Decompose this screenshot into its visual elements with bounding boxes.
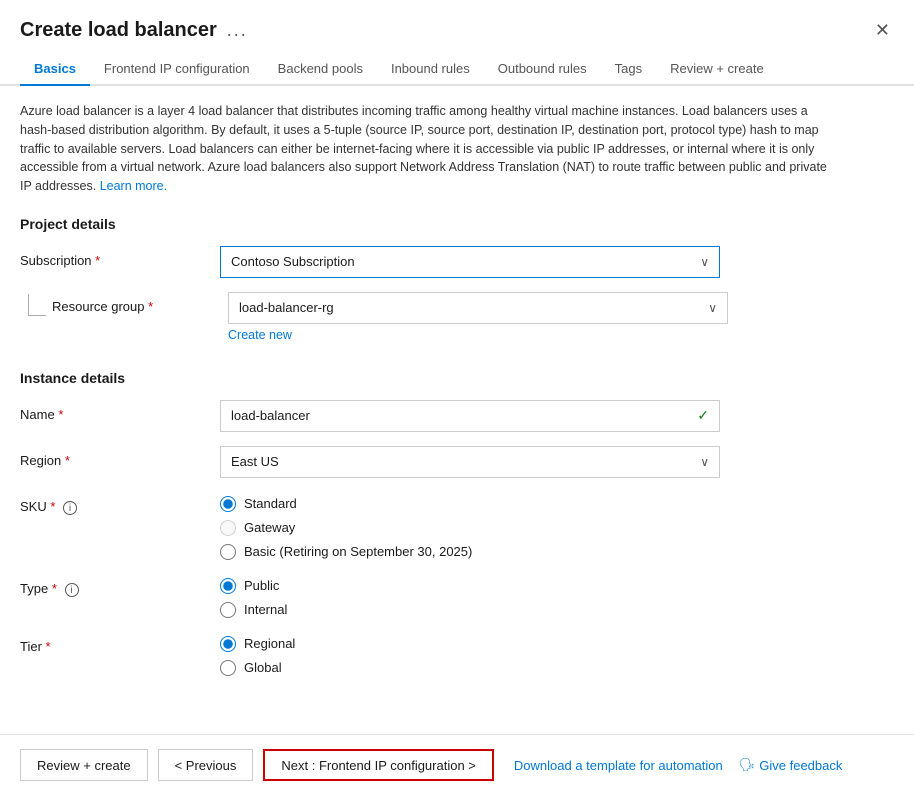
give-feedback-link[interactable]: 🗣 Give feedback — [739, 757, 843, 773]
create-load-balancer-dialog: Create load balancer ... ✕ Basics Fronte… — [0, 0, 914, 795]
sku-control: Standard Gateway Basic (Retiring on Sept… — [220, 492, 720, 560]
type-public-radio[interactable] — [220, 578, 236, 594]
tier-global-option[interactable]: Global — [220, 660, 720, 676]
create-new-link[interactable]: Create new — [228, 328, 292, 342]
resource-group-label: Resource group * — [46, 292, 153, 314]
dialog-header: Create load balancer ... ✕ — [0, 0, 914, 53]
tab-frontend-ip[interactable]: Frontend IP configuration — [90, 53, 264, 86]
description-text: Azure load balancer is a layer 4 load ba… — [20, 102, 840, 196]
region-select[interactable]: East US ∨ — [220, 446, 720, 478]
subscription-label: Subscription * — [20, 246, 220, 268]
sku-row: SKU * i Standard Gateway Basic (Retirin — [20, 492, 894, 560]
resource-group-select[interactable]: load-balancer-rg ∨ — [228, 292, 728, 324]
project-details-heading: Project details — [20, 216, 894, 232]
resource-group-row: Resource group * load-balancer-rg ∨ Crea… — [20, 292, 894, 342]
tier-radio-group: Regional Global — [220, 632, 720, 676]
tier-global-radio[interactable] — [220, 660, 236, 676]
region-chevron-icon: ∨ — [700, 455, 709, 469]
subscription-required: * — [95, 253, 100, 268]
subscription-control: Contoso Subscription ∨ — [220, 246, 720, 278]
sku-info-icon[interactable]: i — [63, 501, 77, 515]
resource-group-chevron-icon: ∨ — [708, 301, 717, 315]
tab-outbound-rules[interactable]: Outbound rules — [484, 53, 601, 86]
name-input[interactable]: load-balancer ✓ — [220, 400, 720, 432]
resource-group-control: load-balancer-rg ∨ Create new — [228, 292, 728, 342]
dialog-title: Create load balancer — [20, 19, 217, 42]
region-label: Region * — [20, 446, 220, 468]
sku-basic-label: Basic (Retiring on September 30, 2025) — [244, 544, 472, 559]
type-info-icon[interactable]: i — [65, 583, 79, 597]
tier-regional-label: Regional — [244, 636, 295, 651]
download-template-link[interactable]: Download a template for automation — [514, 758, 723, 773]
sku-basic-option[interactable]: Basic (Retiring on September 30, 2025) — [220, 544, 720, 560]
region-control: East US ∨ — [220, 446, 720, 478]
sku-standard-option[interactable]: Standard — [220, 496, 720, 512]
region-row: Region * East US ∨ — [20, 446, 894, 478]
type-label: Type * i — [20, 574, 220, 598]
review-create-button[interactable]: Review + create — [20, 749, 148, 781]
sku-standard-radio[interactable] — [220, 496, 236, 512]
type-control: Public Internal — [220, 574, 720, 618]
sku-gateway-option[interactable]: Gateway — [220, 520, 720, 536]
tier-control: Regional Global — [220, 632, 720, 676]
type-internal-radio[interactable] — [220, 602, 236, 618]
tier-global-label: Global — [244, 660, 282, 675]
instance-details-heading: Instance details — [20, 370, 894, 386]
name-row: Name * load-balancer ✓ — [20, 400, 894, 432]
type-row: Type * i Public Internal — [20, 574, 894, 618]
name-label: Name * — [20, 400, 220, 422]
next-button[interactable]: Next : Frontend IP configuration > — [263, 749, 494, 781]
previous-button[interactable]: < Previous — [158, 749, 254, 781]
type-public-label: Public — [244, 578, 279, 593]
tier-regional-radio[interactable] — [220, 636, 236, 652]
dialog-title-dots: ... — [227, 20, 248, 41]
subscription-row: Subscription * Contoso Subscription ∨ — [20, 246, 894, 278]
tab-bar: Basics Frontend IP configuration Backend… — [0, 53, 914, 86]
sku-gateway-label: Gateway — [244, 520, 295, 535]
tab-inbound-rules[interactable]: Inbound rules — [377, 53, 484, 86]
tier-regional-option[interactable]: Regional — [220, 636, 720, 652]
subscription-select[interactable]: Contoso Subscription ∨ — [220, 246, 720, 278]
sku-label: SKU * i — [20, 492, 220, 516]
close-button[interactable]: ✕ — [871, 16, 894, 45]
type-internal-option[interactable]: Internal — [220, 602, 720, 618]
tab-tags[interactable]: Tags — [601, 53, 656, 86]
sku-basic-radio[interactable] — [220, 544, 236, 560]
sku-gateway-radio — [220, 520, 236, 536]
name-check-icon: ✓ — [697, 407, 709, 424]
tier-label: Tier * — [20, 632, 220, 654]
tab-backend-pools[interactable]: Backend pools — [264, 53, 377, 86]
type-internal-label: Internal — [244, 602, 287, 617]
learn-more-link[interactable]: Learn more. — [100, 179, 167, 193]
subscription-chevron-icon: ∨ — [700, 255, 709, 269]
form-content: Azure load balancer is a layer 4 load ba… — [0, 86, 914, 734]
sku-standard-label: Standard — [244, 496, 297, 511]
tab-basics[interactable]: Basics — [20, 53, 90, 86]
tier-row: Tier * Regional Global — [20, 632, 894, 676]
type-public-option[interactable]: Public — [220, 578, 720, 594]
footer: Review + create < Previous Next : Fronte… — [0, 734, 914, 795]
feedback-icon: 🗣 — [739, 757, 756, 773]
sku-radio-group: Standard Gateway Basic (Retiring on Sept… — [220, 492, 720, 560]
name-control: load-balancer ✓ — [220, 400, 720, 432]
type-radio-group: Public Internal — [220, 574, 720, 618]
tab-review-create[interactable]: Review + create — [656, 53, 778, 86]
